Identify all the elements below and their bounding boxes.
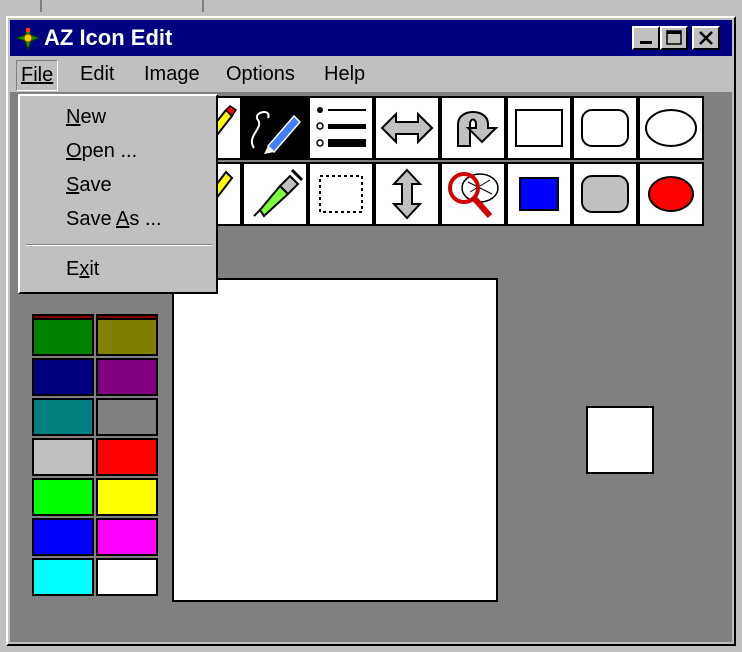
- title-bar[interactable]: AZ Icon Edit: [10, 20, 732, 56]
- rectangle-outline-icon: [515, 109, 563, 147]
- ellipse-outline-icon: [645, 109, 697, 147]
- eyedropper-tool[interactable]: [242, 162, 308, 226]
- brush-width-tool[interactable]: [308, 96, 374, 160]
- zoom-tool[interactable]: [440, 162, 506, 226]
- menu-help[interactable]: Help: [324, 63, 365, 86]
- palette-color-olive[interactable]: [96, 318, 158, 356]
- rounded-rectangle-outline-icon: [581, 109, 629, 147]
- flip-horizontal-tool[interactable]: [374, 96, 440, 160]
- palette-color-red[interactable]: [96, 438, 158, 476]
- minimize-icon: [640, 41, 652, 44]
- rectangle-outline-tool[interactable]: [506, 96, 572, 160]
- palette-color-cyan[interactable]: [32, 558, 94, 596]
- close-button[interactable]: [692, 26, 720, 50]
- maximize-icon: [666, 30, 682, 45]
- menu-item-save[interactable]: Save: [66, 174, 112, 197]
- maximize-button[interactable]: [660, 26, 688, 50]
- palette-color-teal[interactable]: [32, 398, 94, 436]
- rotate-icon: [457, 111, 499, 147]
- icon-preview: [586, 406, 654, 474]
- menu-image[interactable]: Image: [144, 63, 200, 86]
- palette-color-white[interactable]: [96, 558, 158, 596]
- filled-rounded-rectangle-icon: [581, 175, 629, 213]
- freehand-curve-icon: [251, 111, 302, 154]
- menu-item-exit[interactable]: Exit: [66, 258, 99, 281]
- menu-edit[interactable]: Edit: [80, 63, 114, 86]
- selection-rectangle-tool[interactable]: [308, 162, 374, 226]
- minimize-button[interactable]: [632, 26, 660, 50]
- menu-bar: File Edit Image Options Help: [10, 58, 732, 91]
- menu-options[interactable]: Options: [226, 63, 295, 86]
- filled-rectangle-tool[interactable]: [506, 162, 572, 226]
- rounded-rectangle-outline-tool[interactable]: [572, 96, 638, 160]
- flip-vertical-icon: [391, 168, 423, 220]
- menu-item-open[interactable]: Open ...: [66, 140, 137, 163]
- menu-file[interactable]: File: [16, 60, 59, 91]
- palette-color-navy[interactable]: [32, 358, 94, 396]
- palette-color-lime[interactable]: [32, 478, 94, 516]
- background-window-strip: [0, 0, 742, 16]
- filled-ellipse-icon: [648, 176, 694, 212]
- filled-rectangle-icon: [519, 177, 559, 211]
- palette-color-blue[interactable]: [32, 518, 94, 556]
- flip-horizontal-icon: [380, 111, 434, 145]
- freehand-curve-tool[interactable]: [242, 96, 308, 160]
- eyedropper-icon: [253, 168, 304, 218]
- file-menu-dropdown: New Open ... Save Save As ... Exit: [18, 94, 218, 294]
- window-title: AZ Icon Edit: [44, 25, 173, 50]
- palette-color-magenta[interactable]: [96, 518, 158, 556]
- palette-color-yellow[interactable]: [96, 478, 158, 516]
- close-icon: [699, 31, 713, 45]
- palette-color-green[interactable]: [32, 318, 94, 356]
- rotate-tool[interactable]: [440, 96, 506, 160]
- zoom-icon: [448, 172, 499, 218]
- palette-color-purple[interactable]: [96, 358, 158, 396]
- menu-item-save-as[interactable]: Save As ...: [66, 208, 162, 231]
- filled-ellipse-tool[interactable]: [638, 162, 704, 226]
- app-icon: [16, 26, 40, 50]
- menu-separator: [26, 244, 212, 246]
- palette-color-silver[interactable]: [32, 438, 94, 476]
- menu-item-new[interactable]: New: [66, 106, 106, 129]
- palette-color-gray[interactable]: [96, 398, 158, 436]
- selection-rectangle-icon: [319, 175, 363, 213]
- drawing-canvas[interactable]: [172, 278, 498, 602]
- filled-rounded-rectangle-tool[interactable]: [572, 162, 638, 226]
- flip-vertical-tool[interactable]: [374, 162, 440, 226]
- ellipse-outline-tool[interactable]: [638, 96, 704, 160]
- brush-width-icon: [316, 107, 366, 147]
